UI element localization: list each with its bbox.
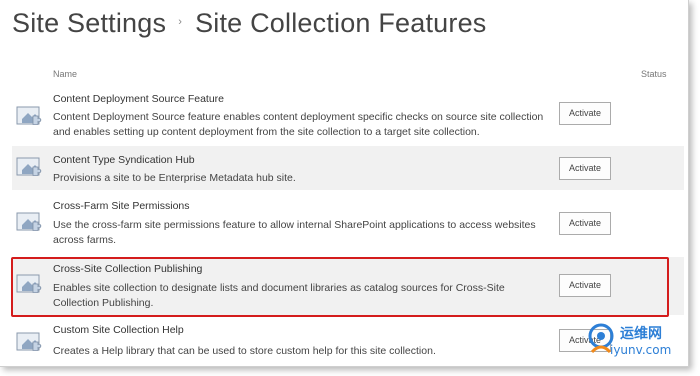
feature-title: Cross-Site Collection Publishing xyxy=(53,263,203,275)
column-header-status[interactable]: Status xyxy=(641,69,667,79)
feature-title: Content Type Syndication Hub xyxy=(53,154,195,166)
breadcrumb-separator-icon: › xyxy=(178,15,183,28)
breadcrumb-site-settings[interactable]: Site Settings xyxy=(12,8,166,38)
feature-description: Content Deployment Source feature enable… xyxy=(53,111,544,138)
activate-button-cross-farm-site-permissions[interactable]: Activate xyxy=(559,212,611,235)
feature-row-content-type-syndication-hub: Content Type Syndication Hub Provisions … xyxy=(12,146,684,190)
feature-title: Content Deployment Source Feature xyxy=(53,93,225,105)
column-header-name[interactable]: Name xyxy=(53,69,77,79)
watermark-domain: iyunv.com xyxy=(610,343,672,357)
watermark-chinese: 运维网 xyxy=(620,326,662,342)
activate-button-cross-site-collection-publishing[interactable]: Activate xyxy=(559,274,611,297)
feature-title: Custom Site Collection Help xyxy=(53,324,184,336)
feature-puzzle-icon xyxy=(16,332,42,351)
feature-row-cross-site-collection-publishing: Cross-Site Collection Publishing Enables… xyxy=(12,257,684,315)
watermark: 运维网 iyunv.com xyxy=(582,322,674,362)
feature-puzzle-icon xyxy=(16,157,42,176)
feature-puzzle-icon xyxy=(16,274,42,293)
feature-description: Enables site collection to designate lis… xyxy=(53,282,505,309)
page-title-text: Site Collection Features xyxy=(195,8,487,38)
page-title: Site Settings › Site Collection Features xyxy=(12,8,487,39)
feature-title: Cross-Farm Site Permissions xyxy=(53,200,190,212)
activate-button-content-type-syndication-hub[interactable]: Activate xyxy=(559,157,611,180)
activate-button-content-deployment-source[interactable]: Activate xyxy=(559,102,611,125)
feature-description: Provisions a site to be Enterprise Metad… xyxy=(53,172,296,184)
feature-description: Use the cross-farm site permissions feat… xyxy=(53,219,536,246)
screenshot-frame: Site Settings › Site Collection Features N… xyxy=(0,0,689,367)
feature-row-cross-farm-site-permissions: Cross-Farm Site Permissions Use the cros… xyxy=(12,191,684,256)
feature-puzzle-icon xyxy=(16,106,42,125)
feature-puzzle-icon xyxy=(16,212,42,231)
feature-row-content-deployment-source: Content Deployment Source Feature Conten… xyxy=(12,88,684,145)
